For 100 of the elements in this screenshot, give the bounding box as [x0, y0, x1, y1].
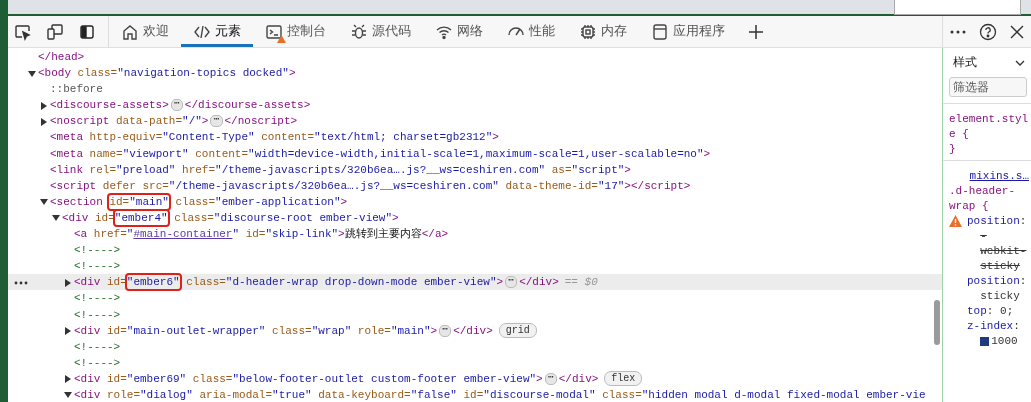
expand-arrow-icon[interactable] [40, 117, 48, 126]
attribute-name: content= [260, 130, 315, 146]
panel-tab[interactable]: 欢迎 [109, 16, 181, 47]
panel-tab[interactable]: 源代码 [338, 16, 423, 47]
css-selector: .d-header-wrap { [949, 184, 1016, 214]
chevron-down-icon[interactable] [1015, 59, 1025, 66]
html-tag: <section [50, 193, 110, 210]
source-link[interactable]: mixins.s… [969, 170, 1029, 182]
attribute-value: "Content-Type" [162, 130, 255, 146]
css-value: 0; [1000, 305, 1014, 317]
dom-node-row[interactable]: <link rel="preload" href="/theme-javascripts/320b6ea….js?__ws=ceshiren.com" as="script"> [8, 161, 942, 178]
attribute-name: data-keyboard= [317, 387, 411, 402]
html-tag: </discourse-assets> [184, 97, 311, 114]
attribute-value: "/" [182, 114, 202, 130]
styles-tab[interactable]: 样式 [953, 54, 977, 71]
dom-node-row[interactable]: <!----> [8, 306, 942, 323]
dom-node-row[interactable]: <section id="main" class="ember-application"> [8, 193, 942, 210]
filter-field[interactable]: 筛选器 [949, 77, 1027, 97]
css-value: sticky [980, 290, 1020, 302]
attribute-name: defer src= [101, 178, 169, 194]
panel-tab[interactable]: 网络 [423, 16, 495, 47]
collapse-arrow-icon[interactable] [64, 391, 72, 400]
panel-tab[interactable]: 性能 [495, 16, 567, 47]
help-icon[interactable] [979, 22, 997, 41]
close-icon[interactable] [1010, 24, 1025, 39]
expand-ellipsis[interactable]: ⋯ [544, 372, 557, 385]
dom-node-row[interactable]: <div id="ember6" class="d-header-wrap drop-down-mode ember-view"> ⋯ </div> == $0 [8, 274, 942, 291]
attribute-name: id= [94, 210, 115, 226]
html-tag: <discourse-assets> [50, 97, 169, 114]
panel-tab[interactable]: 内存 [567, 16, 639, 47]
html-tag: <link [50, 161, 83, 178]
dom-node-row[interactable]: <!----> [8, 258, 942, 275]
attribute-name: role= [106, 387, 140, 402]
href-link[interactable]: #main-container [133, 226, 233, 243]
expand-arrow-icon[interactable] [64, 327, 72, 336]
dom-node-row[interactable]: <div role="dialog" aria-modal="true" data-keyboard="false" id="discourse-modal" class="hidden modal d-modal fixed-modal ember-vie [8, 386, 942, 402]
panel-tab[interactable]: 控制台 [253, 16, 338, 47]
expand-ellipsis[interactable]: ⋯ [505, 276, 518, 289]
device-icon[interactable] [46, 22, 64, 41]
collapse-arrow-icon[interactable] [40, 198, 48, 207]
dom-node-row[interactable]: <meta name="viewport" content="width=device-width,initial-scale=1,maximum-scale=1,user-scalable=no"> [8, 145, 942, 162]
dom-node-row[interactable]: <div id="ember69" class="below-footer-outlet custom-footer ember-view"> ⋯ </div> flex [8, 370, 942, 387]
attribute-name: class= [185, 275, 226, 291]
css-property: position [967, 215, 1020, 227]
expand-arrow-icon[interactable] [64, 375, 72, 384]
expand-ellipsis[interactable]: ⋯ [170, 99, 183, 112]
sidebar-toggle-icon[interactable] [78, 22, 96, 41]
dom-node-row[interactable]: <!----> [8, 354, 942, 371]
attribute-name: href= [181, 162, 216, 178]
dom-node-row[interactable]: <meta http-equiv="Content-Type" content="text/html; charset=gb2312"> [8, 129, 942, 146]
swatch-icon[interactable] [980, 336, 990, 346]
attribute-value: "d-header-wrap drop-down-mode ember-view" [225, 275, 497, 291]
more-icon[interactable] [14, 281, 28, 286]
attribute-name: id= [106, 275, 127, 291]
dom-node-row[interactable]: ::before [8, 81, 942, 98]
dom-node-row[interactable]: <body class="navigation-topics docked"> [8, 65, 942, 82]
attribute-name: class= [76, 66, 118, 82]
dom-node-row[interactable]: <noscript data-path="/"> ⋯ </noscript> [8, 113, 942, 130]
window-icon [651, 22, 669, 41]
collapse-arrow-icon[interactable] [28, 69, 36, 78]
attribute-value: "main" [129, 194, 169, 209]
add-icon[interactable] [747, 22, 765, 41]
layout-badge[interactable]: grid [498, 323, 537, 339]
more-icon[interactable] [949, 29, 966, 34]
html-tag: </noscript> [224, 113, 298, 130]
attribute-name: http-equiv= [88, 130, 163, 146]
expand-ellipsis[interactable]: ⋯ [439, 324, 452, 337]
expand-arrow-icon[interactable] [64, 278, 72, 287]
panel-tab[interactable]: 应用程序 [639, 16, 737, 47]
dom-node-row[interactable]: <!----> [8, 290, 942, 307]
dom-node-row[interactable]: <div id="ember4" class="discourse-root ember-view"> [8, 209, 942, 227]
attribute-name: id= [109, 194, 130, 209]
text-content: 跳转到主要内容 [344, 226, 422, 243]
dom-node-row[interactable]: <!----> [8, 338, 942, 355]
html-tag: <div [74, 274, 101, 291]
panel-tab[interactable]: 元素 [181, 16, 253, 47]
html-tag: > [338, 226, 345, 243]
attribute-value: "/theme-javascripts/320b6ea….js?__ws=ceshiren.com" [168, 178, 499, 194]
attribute-name: as= [550, 162, 572, 178]
expand-ellipsis[interactable]: ⋯ [210, 115, 223, 128]
html-comment: <!----> [74, 243, 121, 259]
attribute-value: "text/html; charset=gb2312" [314, 130, 493, 146]
html-tag: > [430, 322, 438, 339]
attribute-value: "preload" [116, 162, 176, 178]
dom-node-row[interactable]: <div id="main-outlet-wrapper" class="wrap" role="main"> ⋯ </div> grid [8, 322, 942, 339]
console-icon [265, 22, 283, 41]
dom-node-row[interactable]: <script defer src="/theme-javascripts/320b6ea….js?__ws=ceshiren.com" data-theme-id="17"></script> [8, 177, 942, 194]
dom-node-row[interactable]: <!----> [8, 242, 942, 259]
dom-node-row[interactable]: <a href="#main-container" id="skip-link">跳转到主要内容</a> [8, 226, 942, 243]
layout-badge[interactable]: flex [604, 371, 643, 387]
attribute-name: data-theme-id= [504, 178, 598, 194]
dom-node-row[interactable]: </head> [8, 49, 942, 66]
inspect-icon[interactable] [14, 22, 32, 41]
html-tag: > [703, 145, 711, 162]
collapse-arrow-icon[interactable] [52, 214, 60, 223]
dom-node-row[interactable]: <discourse-assets> ⋯ </discourse-assets> [8, 97, 942, 114]
scrollbar-thumb[interactable] [934, 300, 940, 345]
attribute-value: " [232, 227, 240, 243]
attribute-value: "width=device-width,initial-scale=1,maximum-scale=1,user-scalable=no" [248, 146, 704, 162]
expand-arrow-icon[interactable] [40, 101, 48, 110]
